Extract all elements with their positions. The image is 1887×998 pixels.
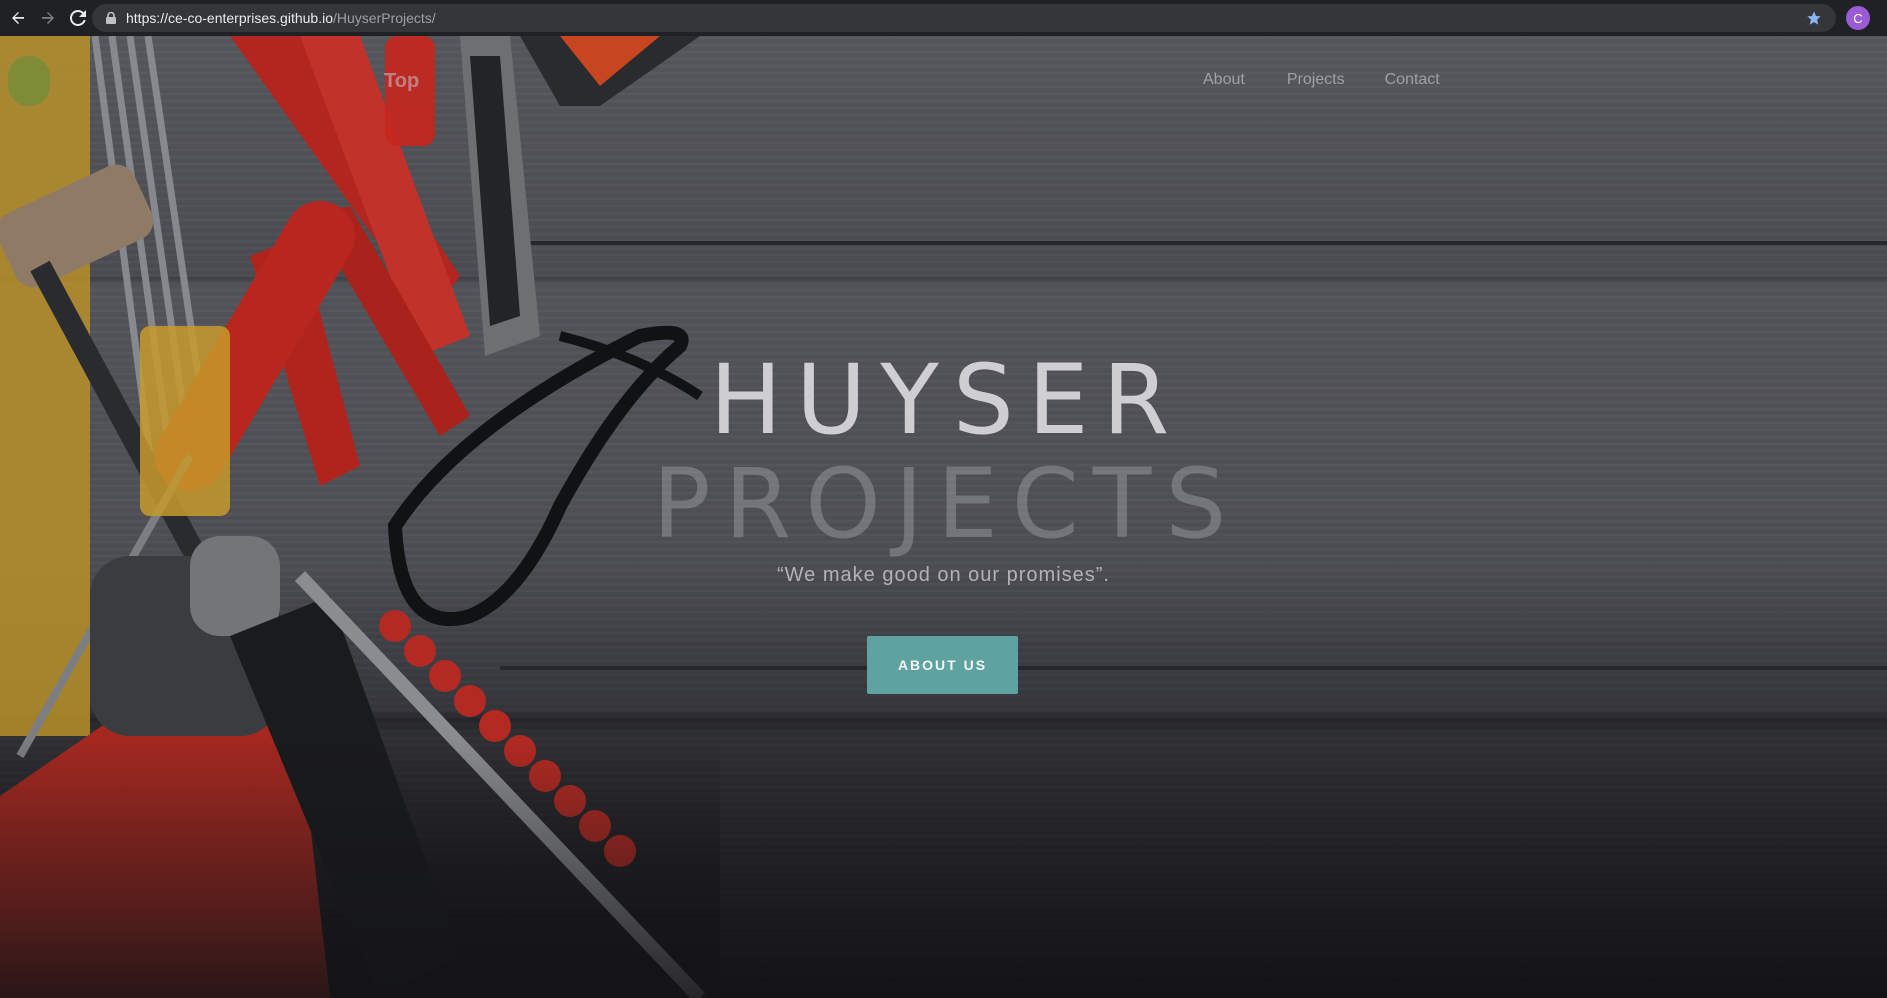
hero-title-line1: HUYSER — [709, 344, 1184, 456]
about-us-button[interactable]: ABOUT US — [867, 636, 1018, 694]
nav-link-projects[interactable]: Projects — [1287, 71, 1345, 89]
profile-avatar[interactable]: C — [1846, 6, 1870, 30]
star-icon[interactable] — [1806, 10, 1822, 26]
reload-icon[interactable] — [66, 6, 90, 30]
hero-title-line2: PROJECTS — [652, 448, 1241, 560]
nav-link-contact[interactable]: Contact — [1385, 71, 1440, 89]
address-bar[interactable]: https://ce-co-enterprises.github.io/Huys… — [92, 4, 1836, 32]
url-text: https://ce-co-enterprises.github.io/Huys… — [126, 10, 436, 26]
forward-arrow-icon[interactable] — [36, 6, 60, 30]
nav-link-about[interactable]: About — [1203, 71, 1245, 89]
brand-top-link[interactable]: Top — [384, 70, 419, 93]
hero-tagline: “We make good on our promises”. — [777, 564, 1110, 586]
browser-toolbar: https://ce-co-enterprises.github.io/Huys… — [0, 0, 1887, 36]
nav-menu: About Projects Contact — [1203, 71, 1480, 89]
back-arrow-icon[interactable] — [6, 6, 30, 30]
hero-section: Top About Projects Contact HUYSER PROJEC… — [0, 36, 1887, 998]
site-navbar: Top About Projects Contact — [0, 36, 1887, 116]
lock-icon — [106, 11, 118, 25]
